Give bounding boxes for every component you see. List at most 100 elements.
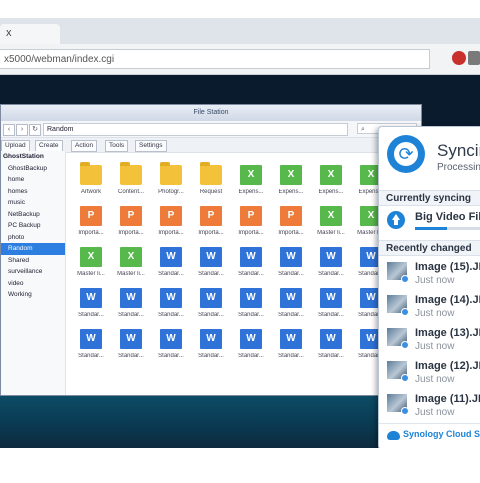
sidebar-item[interactable]: Shared	[1, 255, 65, 267]
upload-icon	[387, 211, 405, 229]
file-item[interactable]: X Master li...	[311, 204, 351, 244]
browser-tab[interactable]: x	[0, 24, 60, 44]
sync-panel: ⟳ Syncing Processing Currently syncing B…	[378, 126, 480, 448]
folder-icon	[80, 162, 102, 185]
refresh-icon[interactable]: ↻	[29, 124, 41, 136]
sidebar-item[interactable]: Working	[1, 289, 65, 301]
settings-button[interactable]: Settings	[135, 140, 167, 152]
document-icon: W	[160, 329, 182, 349]
file-item[interactable]: W Standar...	[231, 327, 271, 367]
folder-tree: GhostStation GhostBackup home homes music Net…	[1, 151, 66, 395]
file-name: Standar...	[158, 312, 184, 318]
forward-button[interactable]: ›	[16, 124, 28, 136]
file-item[interactable]: Request	[191, 162, 231, 203]
file-item[interactable]: W Standar...	[231, 286, 271, 326]
file-item[interactable]: W Standar...	[111, 286, 151, 326]
document-icon: W	[320, 288, 342, 308]
file-name: Standar...	[278, 353, 304, 359]
file-item[interactable]: P Importa...	[271, 204, 311, 244]
file-item[interactable]: W Standar...	[71, 327, 111, 367]
document-icon: W	[240, 247, 262, 267]
file-item[interactable]: W Standar...	[111, 327, 151, 367]
file-item[interactable]: X Master li...	[71, 245, 111, 285]
sidebar-item[interactable]: video	[1, 278, 65, 290]
file-item[interactable]: Photogr...	[151, 162, 191, 203]
sidebar-item[interactable]: PC Backup	[1, 220, 65, 232]
recent-item[interactable]: Image (12).JPG Just now	[379, 357, 480, 389]
sidebar-item[interactable]: homes	[1, 186, 65, 198]
file-item[interactable]: Artwork	[71, 162, 111, 203]
file-item[interactable]: W Standar...	[271, 327, 311, 367]
action-button[interactable]: Action	[71, 140, 98, 152]
document-icon: W	[120, 288, 142, 308]
file-name: Standar...	[238, 271, 264, 277]
file-name: Standar...	[158, 353, 184, 359]
window-title: File Station	[1, 105, 421, 121]
address-bar[interactable]: x5000/webman/index.cgi	[0, 49, 430, 69]
sidebar-item[interactable]: surveillance	[1, 266, 65, 278]
recent-item[interactable]: Image (11).JPG Just now	[379, 390, 480, 422]
recent-file-time: Just now	[415, 374, 455, 385]
file-item[interactable]: W Standar...	[151, 327, 191, 367]
file-item[interactable]: X Master li...	[111, 245, 151, 285]
file-item[interactable]: W Standar...	[231, 245, 271, 285]
file-item[interactable]: W Standar...	[151, 286, 191, 326]
file-item[interactable]: W Standar...	[191, 286, 231, 326]
spreadsheet-icon: X	[120, 247, 142, 267]
file-name: Standar...	[198, 271, 224, 277]
tools-button[interactable]: Tools	[105, 140, 129, 152]
file-name: Master li...	[77, 271, 105, 277]
file-item[interactable]: P Importa...	[71, 204, 111, 244]
recent-file-time: Just now	[415, 275, 455, 286]
menu-icon[interactable]	[468, 51, 480, 65]
file-item[interactable]: W Standar...	[71, 286, 111, 326]
file-item[interactable]: Content...	[111, 162, 151, 203]
file-name: Standar...	[238, 353, 264, 359]
file-name: Standar...	[78, 353, 104, 359]
recent-item[interactable]: Image (13).JPG Just now	[379, 324, 480, 356]
file-name: Standar...	[118, 353, 144, 359]
file-station-window: File Station ‹ › ↻ Random ⌕ Upload Creat…	[0, 104, 422, 396]
recent-item[interactable]: Image (15).JPG Just now	[379, 258, 480, 290]
file-name: Standar...	[78, 312, 104, 318]
presentation-icon: P	[280, 206, 302, 226]
file-item[interactable]: P Importa...	[191, 204, 231, 244]
path-field[interactable]: Random	[43, 123, 348, 136]
recent-file-name: Image (14).JPG	[415, 294, 480, 306]
file-item[interactable]: P Importa...	[151, 204, 191, 244]
file-item[interactable]: X Expens...	[231, 163, 271, 203]
sidebar-item[interactable]: home	[1, 174, 65, 186]
file-item[interactable]: P Importa...	[231, 204, 271, 244]
file-item[interactable]: W Standar...	[191, 245, 231, 285]
document-icon: W	[200, 288, 222, 308]
file-name: Photogr...	[158, 189, 184, 195]
file-item[interactable]: W Standar...	[191, 327, 231, 367]
document-icon: W	[200, 329, 222, 349]
sync-footer[interactable]: Synology Cloud Station	[379, 423, 480, 448]
presentation-icon: P	[240, 206, 262, 226]
sidebar-item[interactable]: music	[1, 197, 65, 209]
sidebar-item[interactable]: NetBackup	[1, 209, 65, 221]
file-item[interactable]: W Standar...	[271, 286, 311, 326]
tab-close-icon[interactable]: x	[6, 27, 12, 39]
file-item[interactable]: P Importa...	[111, 204, 151, 244]
sidebar-item[interactable]: GhostStation	[1, 151, 65, 163]
file-item[interactable]: W Standar...	[151, 245, 191, 285]
recent-file-name: Image (12).JPG	[415, 360, 480, 372]
file-item[interactable]: W Standar...	[311, 245, 351, 285]
file-item[interactable]: X Expens...	[311, 163, 351, 203]
file-item[interactable]: W Standar...	[271, 245, 311, 285]
file-name: Standar...	[158, 271, 184, 277]
sidebar-item[interactable]: photo	[1, 232, 65, 244]
recent-item[interactable]: Image (14).JPG Just now	[379, 291, 480, 323]
file-item[interactable]: W Standar...	[311, 286, 351, 326]
file-item[interactable]: X Expens...	[271, 163, 311, 203]
file-name: Content...	[117, 189, 144, 195]
sidebar-item[interactable]: GhostBackup	[1, 163, 65, 175]
file-name: Master li...	[317, 230, 345, 236]
recently-changed-heading: Recently changed	[379, 240, 480, 256]
sidebar-item[interactable]: Random	[1, 243, 65, 255]
file-item[interactable]: W Standar...	[311, 327, 351, 367]
extension-icon[interactable]	[452, 51, 466, 65]
back-button[interactable]: ‹	[3, 124, 15, 136]
